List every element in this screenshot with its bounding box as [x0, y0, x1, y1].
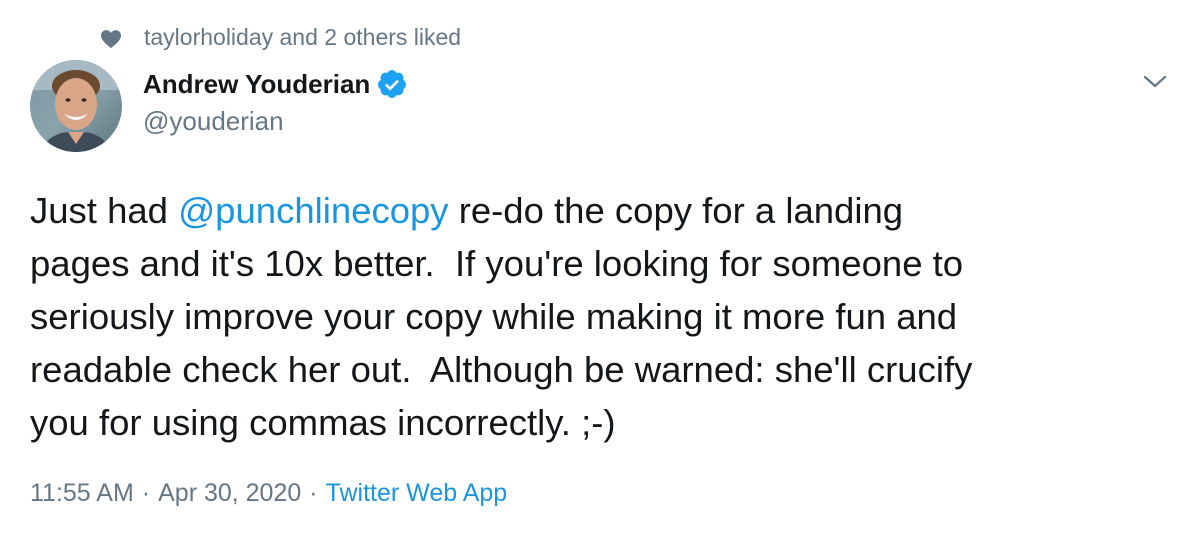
author-handle[interactable]: @youderian	[143, 106, 284, 137]
heart-icon	[101, 30, 121, 49]
author-name-row[interactable]: Andrew Youderian	[143, 68, 408, 100]
tweet-time[interactable]: 11:55 AM	[30, 479, 134, 507]
tweet-date[interactable]: Apr 30, 2020	[158, 479, 301, 507]
verified-badge-icon	[378, 70, 407, 98]
mention-link[interactable]: @punchlinecopy	[178, 190, 448, 231]
avatar[interactable]	[30, 60, 122, 152]
tweet-text: Just had @punchlinecopy re-do the copy f…	[30, 184, 1180, 449]
liked-by-text[interactable]: taylorholiday and 2 others liked	[144, 24, 461, 51]
meta-separator: ·	[141, 479, 151, 507]
tweet-text-start: Just had	[30, 190, 179, 231]
tweet-source-link[interactable]: Twitter Web App	[326, 479, 508, 507]
author-name[interactable]: Andrew Youderian	[143, 69, 370, 100]
chevron-down-icon[interactable]	[1140, 70, 1170, 94]
tweet-meta: 11:55 AM · Apr 30, 2020 · Twitter Web App	[30, 479, 507, 508]
avatar-photo	[30, 60, 122, 152]
meta-separator: ·	[309, 479, 318, 507]
